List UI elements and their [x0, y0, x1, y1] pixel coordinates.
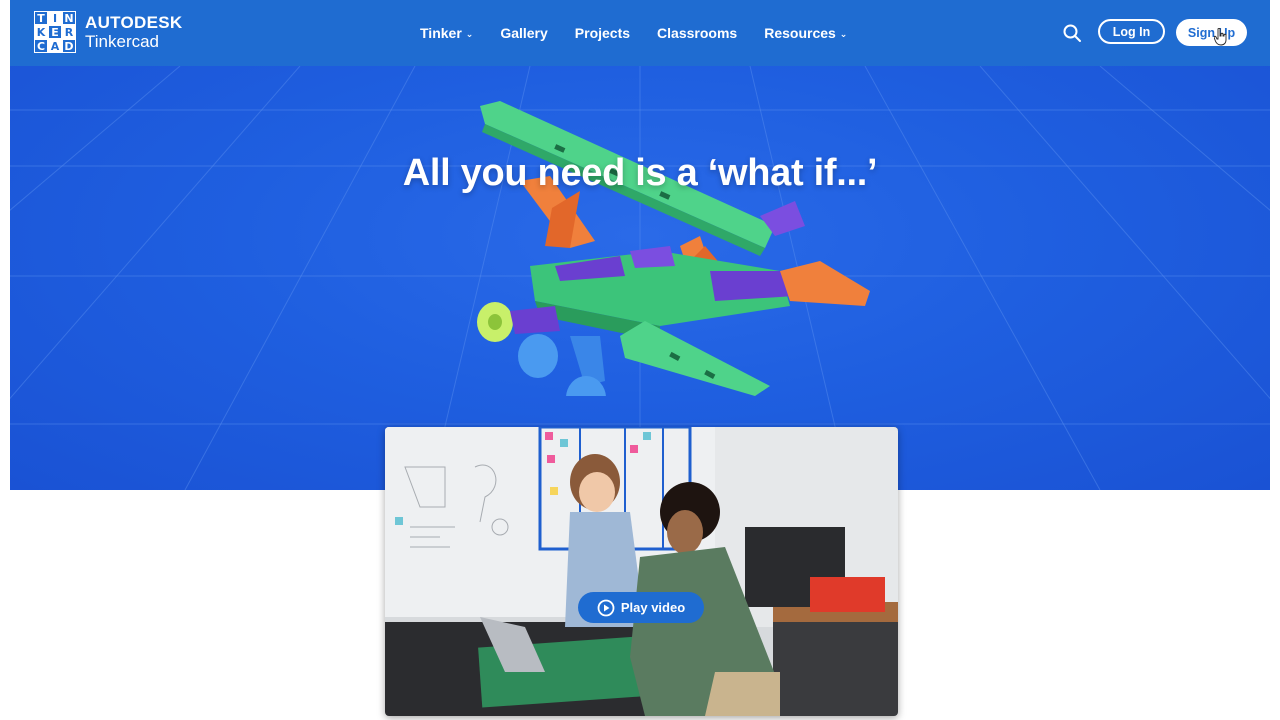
logo-letter: K [34, 25, 48, 39]
nav-item-label: Gallery [500, 25, 548, 41]
logo-wordmark: AUTODESK Tinkercad [85, 14, 183, 50]
nav-item-label: Projects [574, 25, 631, 41]
logo-letter: A [48, 39, 62, 53]
left-page-edge [0, 0, 10, 720]
nav-item-gallery[interactable]: Gallery [500, 25, 547, 41]
main-nav: Tinker ⌄ Gallery Projects Classrooms Res… [420, 0, 874, 66]
site-header: T I N K E R C A D AUTODESK Tinkercad Tin… [10, 0, 1270, 66]
tinkercad-logo[interactable]: T I N K E R C A D AUTODESK Tinkercad [34, 11, 183, 53]
logo-letter: D [62, 39, 76, 53]
hero-title: All you need is a ‘what if...’ [402, 152, 878, 194]
airplane-illustration [477, 101, 870, 396]
play-circle-icon [597, 599, 615, 616]
nav-item-classrooms[interactable]: Classrooms [657, 25, 737, 41]
logo-letter: N [62, 11, 76, 25]
logo-letter: C [34, 39, 48, 53]
play-video-button[interactable]: Play video [578, 592, 704, 623]
classroom-photo [385, 427, 898, 716]
hand-cursor-icon [1214, 28, 1227, 46]
nav-item-label: Resources [764, 25, 836, 41]
logo-letter: T [34, 11, 48, 25]
nav-item-tinker[interactable]: Tinker ⌄ [420, 25, 473, 41]
login-button[interactable]: Log In [1098, 19, 1165, 44]
logo-grid-icon: T I N K E R C A D [34, 11, 76, 53]
logo-letter: I [48, 11, 62, 25]
nav-item-label: Tinker [420, 25, 462, 41]
video-thumbnail[interactable]: Play video [385, 427, 898, 716]
right-page-edge [1270, 0, 1280, 720]
search-icon[interactable] [1062, 23, 1082, 43]
logo-product: Tinkercad [85, 32, 160, 51]
play-video-label: Play video [620, 600, 686, 615]
nav-item-projects[interactable]: Projects [575, 25, 630, 41]
chevron-down-icon: ⌄ [839, 28, 848, 39]
nav-item-label: Classrooms [657, 25, 738, 41]
nav-item-resources[interactable]: Resources ⌄ [764, 25, 847, 41]
chevron-down-icon: ⌄ [465, 28, 474, 39]
logo-brand: AUTODESK [85, 13, 183, 32]
signup-button[interactable]: Sign Up [1176, 19, 1247, 46]
logo-letter: R [62, 25, 76, 39]
logo-letter: E [48, 25, 62, 39]
